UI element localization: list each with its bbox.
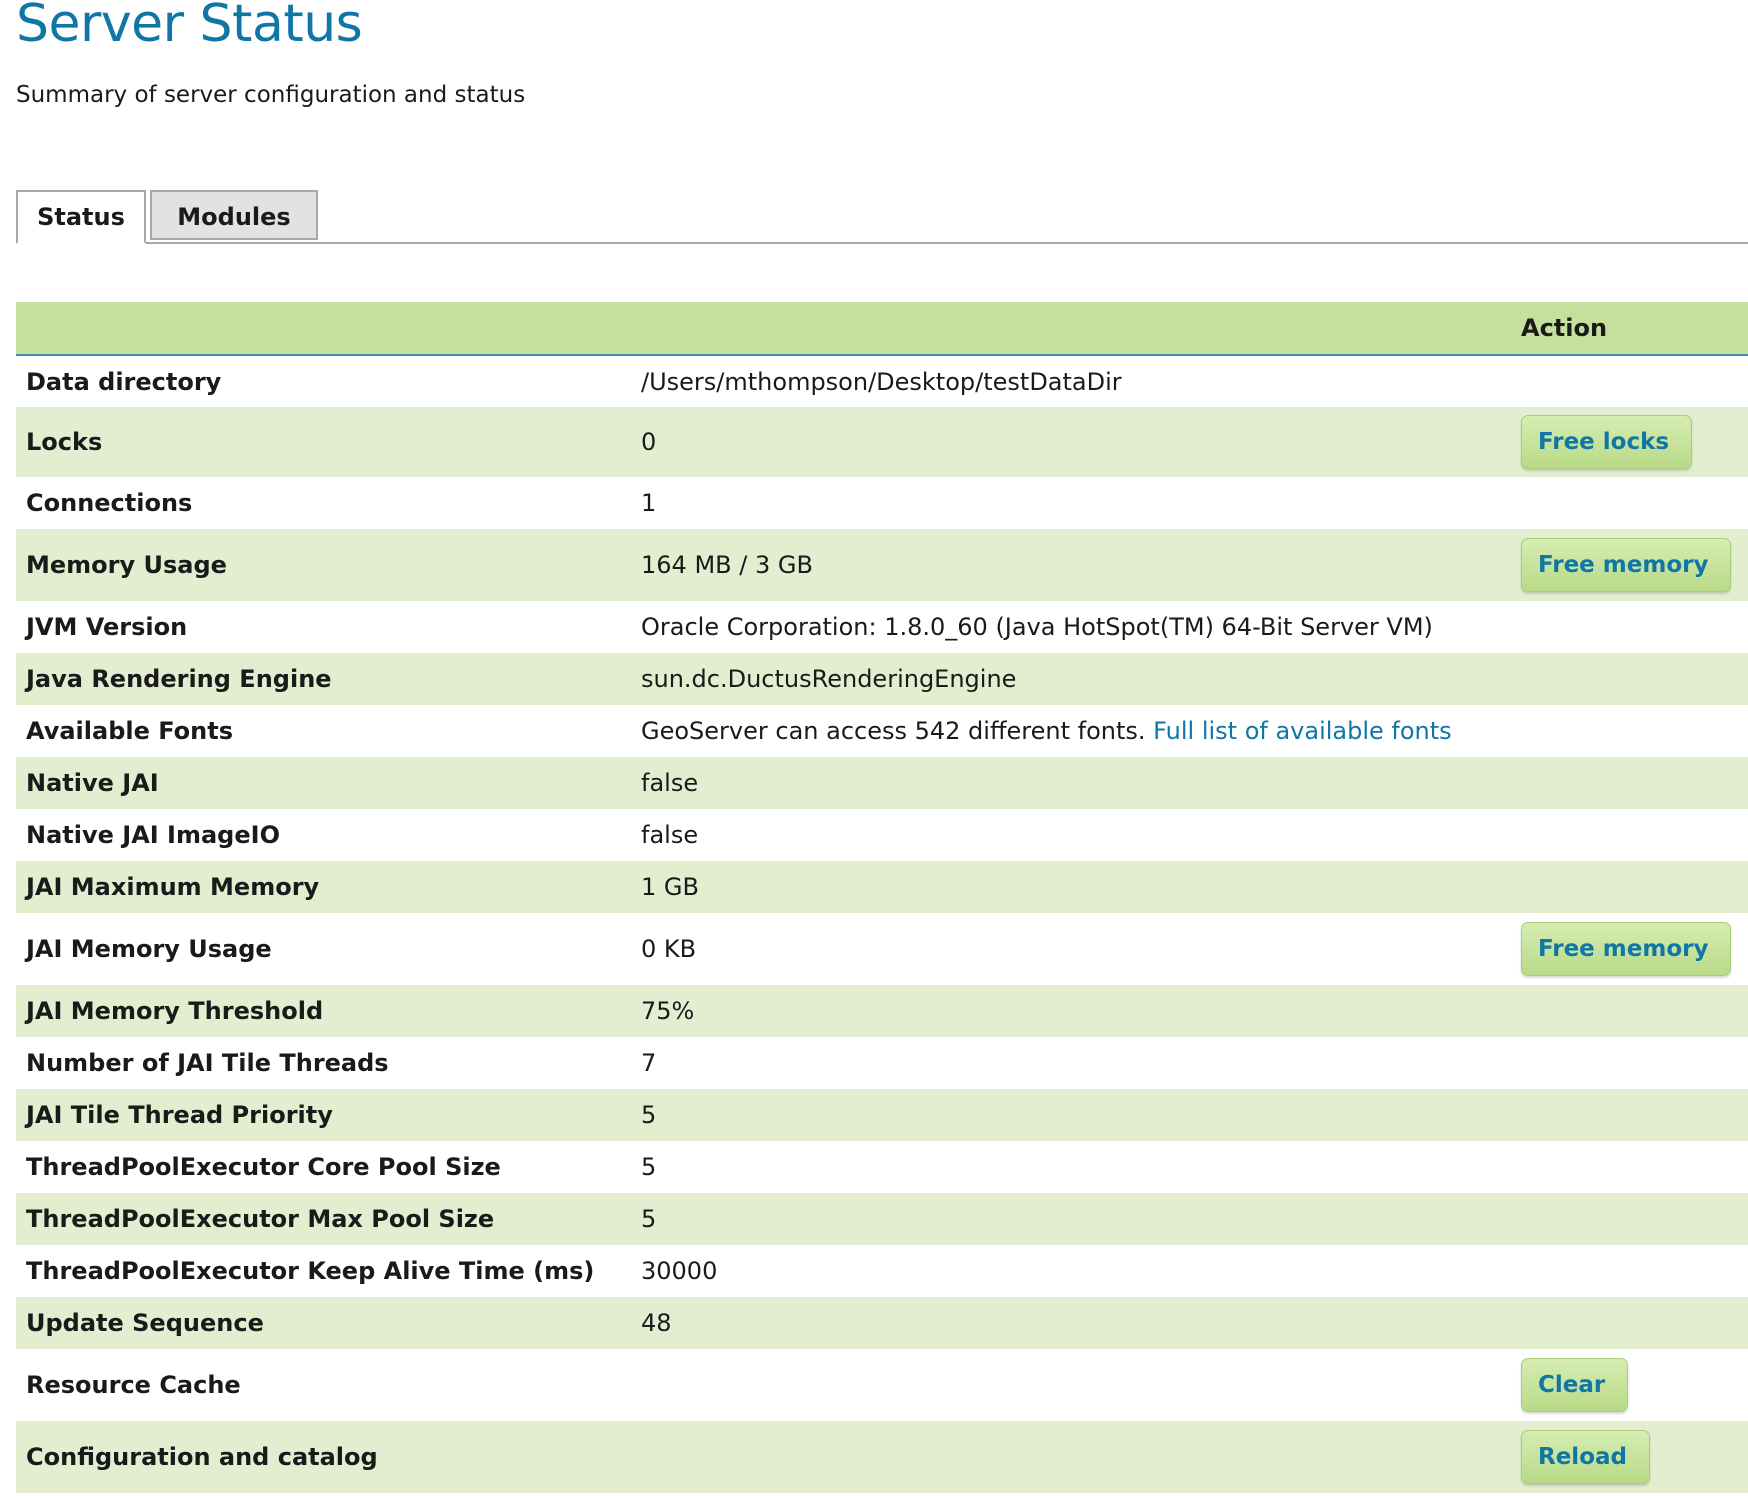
tab-bar: Status Modules [16,190,1748,244]
table-row: Connections 1 [16,477,1748,529]
row-action [1521,985,1748,1037]
table-row: Java Rendering Engine sun.dc.DuctusRende… [16,653,1748,705]
row-label: JAI Maximum Memory [16,861,641,913]
table-row: JAI Maximum Memory 1 GB [16,861,1748,913]
table-row: JAI Memory Usage 0 KB Free memory [16,913,1748,985]
row-value: 0 KB [641,913,1521,985]
free-locks-button[interactable]: Free locks [1521,415,1693,469]
row-value: GeoServer can access 542 different fonts… [641,705,1521,757]
row-value: Oracle Corporation: 1.8.0_60 (Java HotSp… [641,601,1521,653]
row-label: Resource Cache [16,1349,641,1421]
table-row: JAI Tile Thread Priority 5 [16,1089,1748,1141]
row-value: 1 [641,477,1521,529]
row-label: ThreadPoolExecutor Keep Alive Time (ms) [16,1245,641,1297]
header-value [641,302,1521,356]
row-value: false [641,809,1521,861]
row-action [1521,355,1748,407]
row-action [1521,1037,1748,1089]
row-label: ThreadPoolExecutor Max Pool Size [16,1193,641,1245]
row-label: Available Fonts [16,705,641,757]
row-value: 5 [641,1141,1521,1193]
row-value [641,1421,1521,1493]
table-row: ThreadPoolExecutor Core Pool Size 5 [16,1141,1748,1193]
page-subtitle: Summary of server configuration and stat… [16,82,526,108]
fonts-count-text: GeoServer can access 542 different fonts… [641,717,1146,745]
row-action [1521,1141,1748,1193]
header-action: Action [1521,302,1748,356]
row-value: 5 [641,1089,1521,1141]
row-value [641,1349,1521,1421]
row-label: JAI Memory Threshold [16,985,641,1037]
table-row: JAI Memory Threshold 75% [16,985,1748,1037]
row-value: /Users/mthompson/Desktop/testDataDir [641,355,1521,407]
row-label: JAI Memory Usage [16,913,641,985]
row-label: Native JAI [16,757,641,809]
row-label: JVM Version [16,601,641,653]
clear-cache-button[interactable]: Clear [1521,1358,1629,1412]
free-jai-memory-button[interactable]: Free memory [1521,922,1732,976]
reload-catalog-button[interactable]: Reload [1521,1430,1650,1484]
table-row: Update Sequence 48 [16,1297,1748,1349]
row-action: Free locks [1521,407,1748,477]
row-action [1521,653,1748,705]
table-row: Locks 0 Free locks [16,407,1748,477]
row-value: 48 [641,1297,1521,1349]
row-value: 0 [641,407,1521,477]
row-value: 164 MB / 3 GB [641,529,1521,601]
table-row: JVM Version Oracle Corporation: 1.8.0_60… [16,601,1748,653]
row-action [1521,861,1748,913]
row-label: Number of JAI Tile Threads [16,1037,641,1089]
row-action [1521,1245,1748,1297]
row-action: Free memory [1521,529,1748,601]
table-row: Configuration and catalog Reload [16,1421,1748,1493]
table-row: ThreadPoolExecutor Keep Alive Time (ms) … [16,1245,1748,1297]
row-action [1521,601,1748,653]
row-label: Locks [16,407,641,477]
table-row: Number of JAI Tile Threads 7 [16,1037,1748,1089]
row-action: Clear [1521,1349,1748,1421]
table-header-row: Action [16,302,1748,356]
row-value: 30000 [641,1245,1521,1297]
row-label: Memory Usage [16,529,641,601]
status-table: Action Data directory /Users/mthompson/D… [16,302,1748,1493]
table-row: Native JAI false [16,757,1748,809]
row-action: Reload [1521,1421,1748,1493]
row-action [1521,809,1748,861]
page-title: Server Status [16,0,363,54]
row-label: Connections [16,477,641,529]
row-value: false [641,757,1521,809]
server-status-page: Server Status Summary of server configur… [0,0,1748,1498]
table-row: Data directory /Users/mthompson/Desktop/… [16,355,1748,407]
row-value: 1 GB [641,861,1521,913]
row-label: Configuration and catalog [16,1421,641,1493]
row-action [1521,477,1748,529]
row-action: Free memory [1521,913,1748,985]
header-label [16,302,641,356]
row-label: Data directory [16,355,641,407]
row-value: 7 [641,1037,1521,1089]
row-action [1521,1193,1748,1245]
row-value: sun.dc.DuctusRenderingEngine [641,653,1521,705]
row-label: Java Rendering Engine [16,653,641,705]
tab-status[interactable]: Status [16,190,146,244]
row-action [1521,1089,1748,1141]
row-action [1521,705,1748,757]
table-row: Native JAI ImageIO false [16,809,1748,861]
row-label: JAI Tile Thread Priority [16,1089,641,1141]
table-row: Memory Usage 164 MB / 3 GB Free memory [16,529,1748,601]
table-row: Available Fonts GeoServer can access 542… [16,705,1748,757]
full-font-list-link[interactable]: Full list of available fonts [1153,717,1452,745]
row-label: Native JAI ImageIO [16,809,641,861]
table-row: ThreadPoolExecutor Max Pool Size 5 [16,1193,1748,1245]
row-label: ThreadPoolExecutor Core Pool Size [16,1141,641,1193]
table-row: Resource Cache Clear [16,1349,1748,1421]
row-action [1521,1297,1748,1349]
free-memory-button[interactable]: Free memory [1521,538,1732,592]
row-value: 75% [641,985,1521,1037]
row-action [1521,757,1748,809]
tab-modules[interactable]: Modules [150,190,318,240]
row-label: Update Sequence [16,1297,641,1349]
row-value: 5 [641,1193,1521,1245]
